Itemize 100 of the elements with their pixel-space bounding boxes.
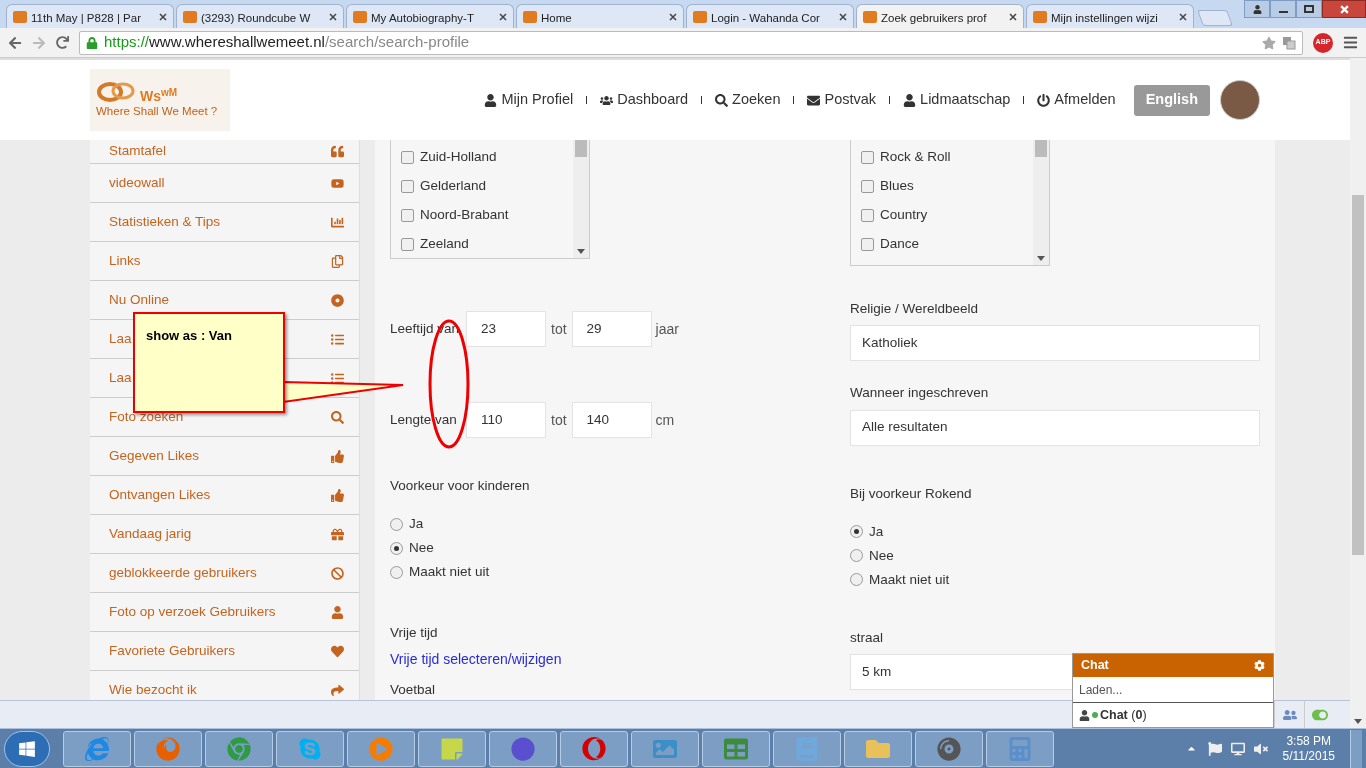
sidebar-item[interactable]: Foto op verzoek Gebruikers — [90, 593, 359, 632]
close-button[interactable] — [1322, 0, 1366, 18]
clock-time[interactable]: 3:58 PM — [1286, 733, 1332, 749]
taskbar-app-button[interactable] — [560, 730, 628, 767]
taskbar-app-button[interactable] — [63, 730, 131, 767]
scroll-down-icon[interactable] — [577, 249, 585, 255]
scrollbar[interactable] — [573, 140, 589, 259]
browser-tab[interactable]: 11th May | P828 | Par — [6, 4, 174, 28]
checkbox[interactable] — [401, 151, 414, 164]
taskbar-app-button[interactable] — [418, 730, 486, 767]
close-icon[interactable] — [669, 12, 677, 21]
nav-link[interactable]: Afmelden — [1037, 89, 1116, 111]
show-desktop-button[interactable] — [1350, 729, 1362, 768]
taskbar-app-button[interactable] — [489, 730, 557, 767]
site-icon — [523, 10, 537, 23]
speaker-icon[interactable] — [1253, 741, 1268, 756]
taskbar-app-button[interactable] — [347, 730, 415, 767]
sidebar-item[interactable]: Favoriete Gebruikers — [90, 632, 359, 671]
close-icon[interactable] — [839, 12, 847, 21]
select-field[interactable]: Katholiek — [850, 325, 1260, 362]
browser-tab[interactable]: Mijn instellingen wijzi — [1026, 4, 1194, 28]
checkbox[interactable] — [861, 180, 874, 193]
sidebar-item[interactable]: Vandaag jarig — [90, 515, 359, 554]
star-icon[interactable] — [1262, 35, 1276, 50]
radio-button[interactable] — [850, 549, 863, 563]
user-icon[interactable] — [1244, 0, 1270, 18]
taskbar-app-button[interactable] — [276, 730, 344, 767]
radio-button[interactable] — [850, 573, 863, 587]
radio-button[interactable] — [390, 518, 403, 531]
forward-icon[interactable] — [32, 35, 46, 50]
sidebar-item[interactable]: Ontvangen Likes — [90, 476, 359, 515]
checkbox[interactable] — [861, 209, 874, 222]
nav-link[interactable]: Lidmaatschap — [903, 89, 1011, 111]
taskbar-app-button[interactable] — [205, 730, 273, 767]
close-icon[interactable] — [1009, 12, 1017, 21]
range-separator: tot — [551, 410, 567, 430]
browser-tab[interactable]: (3293) Roundcube W — [176, 4, 344, 28]
taskbar-app-button[interactable] — [702, 730, 770, 767]
ban-icon — [331, 566, 344, 580]
sidebar-item[interactable]: geblokkeerde gebruikers — [90, 554, 359, 593]
nav-link[interactable]: Postvak — [807, 89, 877, 111]
browser-tab[interactable]: Login - Wahanda Cor — [686, 4, 854, 28]
sidebar-item-label: Favoriete Gebruikers — [109, 641, 236, 660]
maximize-button[interactable] — [1296, 0, 1322, 18]
chat-count[interactable]: Chat (0) — [1100, 705, 1147, 725]
sidebar-item[interactable]: Statistieken & Tips — [90, 203, 359, 242]
reload-icon[interactable] — [56, 36, 69, 49]
menu-icon[interactable] — [1343, 35, 1358, 50]
checkbox[interactable] — [401, 238, 414, 251]
minimize-button[interactable] — [1270, 0, 1296, 18]
flag-icon[interactable] — [1207, 741, 1222, 756]
share-icon — [331, 683, 344, 697]
browser-tab[interactable]: My Autobiography-T — [346, 4, 514, 28]
radio-button[interactable] — [390, 566, 403, 579]
close-icon[interactable] — [1179, 12, 1187, 21]
taskbar-app-button[interactable] — [773, 730, 841, 767]
scrollbar[interactable] — [1033, 140, 1049, 265]
chat-header[interactable]: Chat — [1073, 654, 1273, 677]
checkbox[interactable] — [861, 238, 874, 251]
nav-link[interactable]: Zoeken — [715, 89, 781, 111]
select-link[interactable]: Vrije tijd selecteren/wijzigen — [390, 648, 800, 670]
clock-date[interactable]: 5/11/2015 — [1282, 748, 1335, 764]
scroll-down-icon[interactable] — [1354, 719, 1362, 724]
checkbox[interactable] — [401, 209, 414, 222]
browser-tab[interactable]: Home — [516, 4, 684, 28]
sidebar-item[interactable]: Links — [90, 242, 359, 281]
scroll-down-icon[interactable] — [1037, 256, 1045, 261]
avatar[interactable] — [1220, 80, 1260, 120]
close-icon[interactable] — [329, 12, 337, 21]
taskbar-app-button[interactable] — [844, 730, 912, 767]
input-field[interactable]: 140 — [571, 402, 652, 439]
sidebar-item[interactable]: videowall — [90, 164, 359, 203]
taskbar-app-button[interactable] — [986, 730, 1054, 767]
new-tab-button[interactable] — [1197, 10, 1233, 26]
input-field[interactable]: 29 — [571, 311, 652, 348]
input-field[interactable]: 110 — [466, 402, 546, 439]
select-field[interactable]: Alle resultaten — [850, 409, 1260, 446]
nav-link[interactable]: Dashboard — [600, 89, 689, 111]
taskbar-app-button[interactable] — [915, 730, 983, 767]
radio-button[interactable] — [390, 542, 403, 555]
settings-icon[interactable] — [1254, 660, 1265, 671]
close-icon[interactable] — [159, 12, 167, 21]
nav-link[interactable]: Mijn Profiel — [484, 89, 574, 111]
close-icon[interactable] — [499, 12, 507, 21]
browser-tab[interactable]: Zoek gebruikers prof — [856, 4, 1024, 28]
radio-button[interactable] — [850, 525, 863, 539]
network-icon[interactable] — [1230, 741, 1245, 756]
start-button[interactable] — [4, 730, 50, 767]
page-scrollbar[interactable] — [1350, 58, 1366, 728]
back-icon[interactable] — [8, 35, 22, 50]
taskbar-app-button[interactable] — [134, 730, 202, 767]
translate-icon[interactable] — [1282, 35, 1296, 50]
checkbox[interactable] — [401, 180, 414, 193]
sidebar-item[interactable]: Stamtafel — [90, 140, 359, 164]
sidebar-item[interactable]: Gegeven Likes — [90, 437, 359, 476]
input-field[interactable]: 23 — [466, 311, 546, 348]
logo[interactable]: Ws$^{wM}$ Where Shall We Meet ? — [90, 69, 230, 131]
checkbox[interactable] — [861, 151, 874, 164]
taskbar-app-button[interactable] — [631, 730, 699, 767]
address-field[interactable]: https://www.whereshallwemeet.nl/search/search-profile — [79, 30, 1303, 55]
